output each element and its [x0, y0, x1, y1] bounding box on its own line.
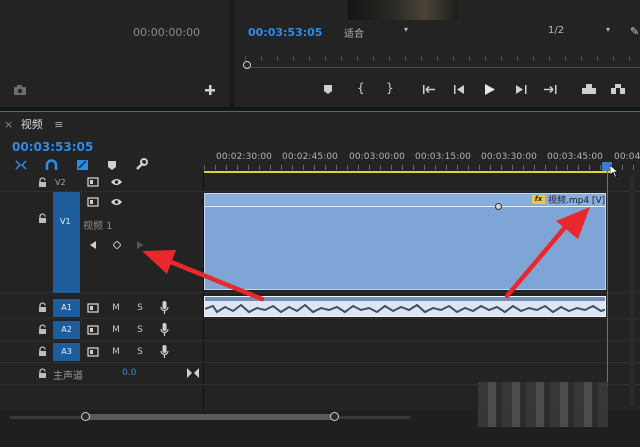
red-arrow-right — [504, 207, 590, 299]
annotation-arrows — [142, 207, 590, 302]
red-arrow-left — [142, 250, 265, 302]
